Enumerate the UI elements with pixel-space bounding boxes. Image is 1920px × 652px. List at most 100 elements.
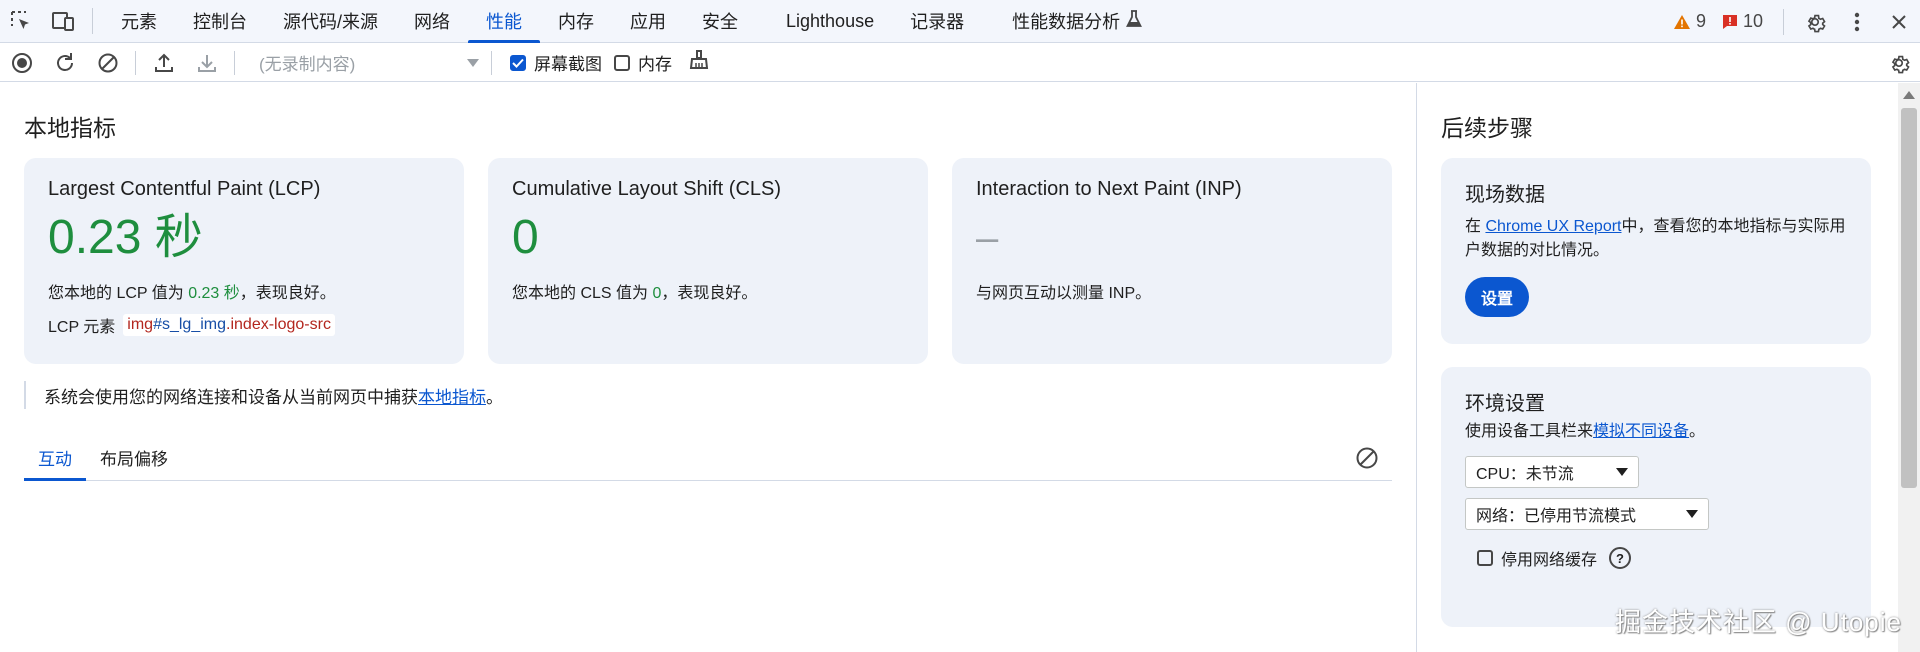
- field-data-setup-button[interactable]: 设置: [1465, 277, 1530, 317]
- tab-label: 源代码/来源: [283, 12, 379, 32]
- lcp-title: Largest Contentful Paint (LCP): [48, 178, 321, 200]
- device-toolbar-icon[interactable]: [42, 0, 84, 43]
- local-metrics-title: 本地指标: [24, 115, 116, 141]
- tab-label: 性能数据分析: [1012, 12, 1121, 32]
- download-icon: [197, 54, 216, 72]
- panel-tabs: 元素 控制台 源代码/来源 网络 性能 内存 应用 安全 Lighthouse …: [103, 0, 1160, 43]
- chevron-down-icon: [1616, 468, 1628, 476]
- environment-settings-card: 环境设置 使用设备工具栏来模拟不同设备。 CPU：未节流 网络：已停用节流模式 …: [1441, 367, 1871, 627]
- tab-performance-insights[interactable]: 性能数据分析: [994, 0, 1160, 43]
- lcp-element-row: LCP 元素 img#s_lg_img.index-logo-src: [48, 313, 440, 337]
- node-class: .index-logo-src: [226, 316, 331, 333]
- devtools-tabbar: 元素 控制台 源代码/来源 网络 性能 内存 应用 安全 Lighthouse …: [0, 0, 1920, 43]
- next-steps-sidebar: 后续步骤 现场数据 在 Chrome UX Report中，查看您的本地指标与实…: [1416, 83, 1920, 652]
- chevron-down-icon: [467, 58, 479, 67]
- tab-label: 控制台: [193, 12, 247, 32]
- load-profile-button[interactable]: [142, 44, 185, 82]
- scrollbar-thumb[interactable]: [1901, 108, 1917, 488]
- cls-desc-suffix: ，表现良好。: [661, 285, 758, 302]
- next-steps-title: 后续步骤: [1441, 115, 1533, 141]
- tab-sources[interactable]: 源代码/来源: [265, 0, 396, 43]
- reload-record-button[interactable]: [43, 44, 86, 82]
- warnings-count: 9: [1695, 11, 1706, 31]
- warning-icon: [1673, 14, 1690, 29]
- environment-settings-title: 环境设置: [1465, 393, 1545, 415]
- inspect-element-icon[interactable]: [0, 0, 42, 43]
- issues-badge[interactable]: 10: [1722, 11, 1763, 32]
- flask-icon: [1126, 9, 1143, 33]
- divider: [92, 8, 93, 34]
- tab-application[interactable]: 应用: [612, 0, 684, 43]
- env-desc-suffix: 。: [1689, 423, 1706, 440]
- tab-label: 记录器: [910, 12, 965, 32]
- settings-gear-button[interactable]: [1794, 0, 1836, 43]
- record-icon: [11, 52, 32, 73]
- note-prefix: 系统会使用您的网络连接和设备从当前网页中捕获: [44, 387, 418, 407]
- sidebar-scrollbar[interactable]: [1898, 83, 1920, 652]
- env-desc-prefix: 使用设备工具栏来: [1465, 423, 1594, 440]
- cpu-throttling-select[interactable]: CPU：未节流: [1465, 456, 1639, 488]
- cls-desc-prefix: 您本地的 CLS 值为: [512, 285, 653, 302]
- help-icon[interactable]: ?: [1609, 547, 1632, 569]
- memory-checkbox[interactable]: 内存: [614, 50, 672, 75]
- memory-label: 内存: [638, 55, 672, 74]
- cls-value: 0: [512, 211, 539, 264]
- chrome-ux-report-link[interactable]: Chrome UX Report: [1485, 218, 1621, 235]
- clear-icon: [98, 53, 117, 72]
- divider: [234, 50, 235, 75]
- capture-settings-button[interactable]: [1877, 44, 1920, 82]
- tab-network[interactable]: 网络: [396, 0, 468, 43]
- emulate-devices-link[interactable]: 模拟不同设备: [1593, 423, 1689, 440]
- inp-description: 与网页互动以测量 INP。: [976, 285, 1152, 302]
- tab-lighthouse[interactable]: Lighthouse: [768, 0, 892, 43]
- tab-performance[interactable]: 性能: [468, 0, 541, 43]
- lcp-element-node-link[interactable]: img#s_lg_img.index-logo-src: [123, 314, 335, 336]
- kebab-menu-icon: [1854, 12, 1860, 31]
- tab-interactions[interactable]: 互动: [24, 435, 86, 481]
- more-options-button[interactable]: [1836, 0, 1878, 43]
- tab-layout-shifts[interactable]: 布局偏移: [86, 435, 182, 480]
- screenshots-label: 屏幕截图: [534, 55, 602, 74]
- gear-icon: [1891, 55, 1910, 74]
- divider: [491, 50, 492, 75]
- lcp-desc-suffix: ，表现良好。: [239, 285, 336, 302]
- screenshots-checkbox[interactable]: 屏幕截图: [510, 50, 602, 75]
- tab-memory[interactable]: 内存: [540, 0, 612, 43]
- clear-button[interactable]: [86, 44, 129, 82]
- inp-value: –: [976, 216, 999, 260]
- field-data-title: 现场数据: [1465, 184, 1545, 206]
- warnings-badge[interactable]: 9: [1673, 11, 1706, 32]
- inp-title: Interaction to Next Paint (INP): [976, 178, 1242, 200]
- record-button[interactable]: [0, 44, 43, 82]
- issue-icon: [1722, 14, 1737, 29]
- issues-count: 10: [1742, 11, 1763, 31]
- broom-icon: [689, 50, 709, 69]
- clear-icon: [1356, 447, 1378, 469]
- reload-icon: [56, 52, 73, 71]
- disable-cache-checkbox[interactable]: 停用网络缓存 ?: [1477, 546, 1847, 570]
- tab-label: 网络: [414, 12, 451, 32]
- lcp-element-label: LCP 元素: [48, 319, 116, 336]
- clear-interactions-button[interactable]: [1352, 443, 1382, 473]
- cpu-throttling-value: CPU：未节流: [1476, 466, 1574, 483]
- tab-security[interactable]: 安全: [684, 0, 756, 43]
- tab-elements[interactable]: 元素: [103, 0, 175, 43]
- network-throttling-select[interactable]: 网络：已停用节流模式: [1465, 498, 1709, 530]
- checkbox-checked-icon: [510, 54, 526, 71]
- tab-recorder[interactable]: 记录器: [892, 0, 982, 43]
- scroll-up-arrow-icon[interactable]: [1903, 91, 1915, 99]
- field-desc-prefix: 在: [1465, 218, 1486, 235]
- tab-label: 互动: [38, 450, 72, 469]
- lcp-desc-value: 0.23 秒: [188, 285, 240, 302]
- garbage-collect-button[interactable]: [688, 49, 710, 76]
- field-data-description: 在 Chrome UX Report中，查看您的本地指标与实际用户数据的对比情况…: [1465, 215, 1847, 263]
- cls-card: Cumulative Layout Shift (CLS) 0 您本地的 CLS…: [488, 158, 928, 364]
- close-devtools-button[interactable]: [1878, 0, 1920, 43]
- cls-description: 您本地的 CLS 值为 0，表现良好。: [512, 279, 904, 303]
- tab-console[interactable]: 控制台: [175, 0, 265, 43]
- environment-settings-description: 使用设备工具栏来模拟不同设备。: [1465, 420, 1847, 444]
- save-profile-button[interactable]: [185, 44, 228, 82]
- local-metrics-link[interactable]: 本地指标: [418, 383, 486, 408]
- upload-icon: [154, 53, 173, 72]
- recording-select[interactable]: (无录制内容): [245, 48, 485, 78]
